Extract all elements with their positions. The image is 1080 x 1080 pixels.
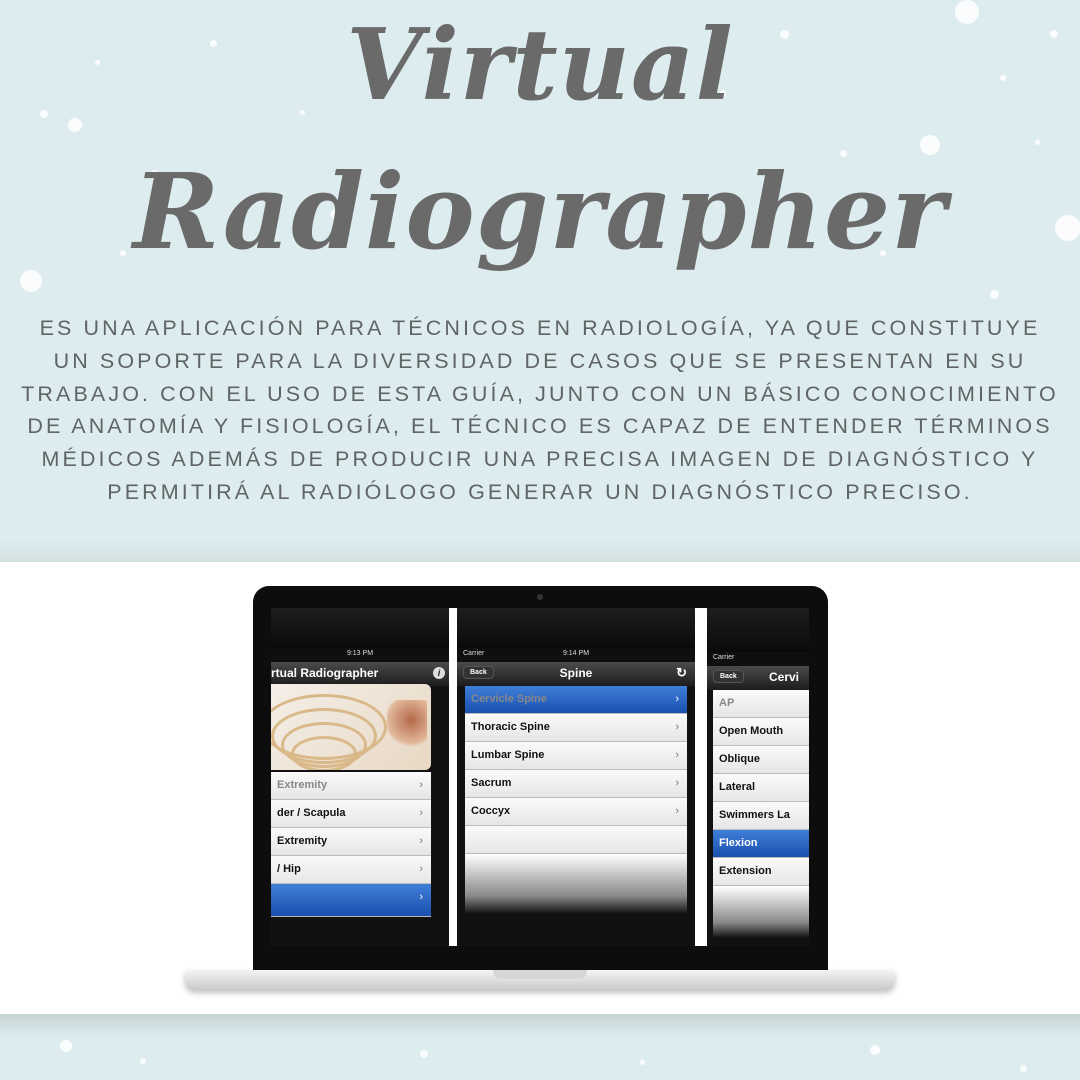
list-item-selected[interactable]: Flexion bbox=[713, 830, 809, 858]
carrier-label: Carrier bbox=[713, 654, 735, 661]
laptop-display: 9:13 PM rtual Radiographer i Extremity › … bbox=[271, 608, 809, 946]
chevron-right-icon: › bbox=[419, 807, 423, 819]
phone-screenshot-main: 9:13 PM rtual Radiographer i Extremity › … bbox=[271, 608, 449, 946]
list-item[interactable]: Lateral bbox=[713, 774, 809, 802]
chevron-right-icon: › bbox=[675, 693, 679, 705]
laptop-notch bbox=[493, 970, 587, 979]
list-item-selected[interactable]: › bbox=[271, 884, 431, 917]
list-item[interactable]: Oblique bbox=[713, 746, 809, 774]
list-item[interactable]: Extension bbox=[713, 858, 809, 886]
list-item[interactable]: AP bbox=[713, 690, 809, 718]
status-bar: Carrier 9:14 PM bbox=[457, 648, 695, 662]
list-item[interactable]: Lumbar Spine › bbox=[465, 742, 687, 770]
phone-bezel bbox=[457, 608, 695, 648]
list-item[interactable]: Thoracic Spine › bbox=[465, 714, 687, 742]
phone-bezel bbox=[707, 608, 809, 652]
info-icon[interactable]: i bbox=[433, 667, 445, 679]
list-item-empty bbox=[465, 826, 687, 854]
description-text: ES UNA APLICACIÓN PARA TÉCNICOS EN RADIO… bbox=[21, 316, 1059, 504]
band-shadow-bottom bbox=[0, 1014, 1080, 1038]
list-item[interactable]: Sacrum › bbox=[465, 770, 687, 798]
chevron-right-icon: › bbox=[675, 805, 679, 817]
nav-title: rtual Radiographer bbox=[271, 666, 379, 680]
view-list: AP Open Mouth Oblique Lateral Swimmers L… bbox=[713, 690, 809, 938]
nav-bar: rtual Radiographer i bbox=[271, 662, 449, 686]
list-item[interactable]: Extremity › bbox=[271, 828, 431, 856]
nav-title: Spine bbox=[559, 666, 593, 680]
chest-xray-image bbox=[271, 684, 431, 770]
chevron-right-icon: › bbox=[419, 779, 423, 791]
status-bar: 9:13 PM bbox=[271, 648, 449, 662]
title-virtual: Virtual bbox=[346, 8, 734, 123]
list-item[interactable]: Swimmers La bbox=[713, 802, 809, 830]
list-fade bbox=[713, 886, 809, 938]
chevron-right-icon: › bbox=[419, 891, 423, 903]
chevron-right-icon: › bbox=[419, 835, 423, 847]
chevron-right-icon: › bbox=[675, 749, 679, 761]
phone-screenshot-spine: Carrier 9:14 PM Back Spine ↻ Cervicle Sp… bbox=[457, 608, 695, 946]
chevron-right-icon: › bbox=[675, 721, 679, 733]
nav-bar: Back Cervi bbox=[707, 666, 809, 690]
list-item[interactable]: Coccyx › bbox=[465, 798, 687, 826]
status-time: 9:13 PM bbox=[346, 650, 374, 657]
list-item-selected[interactable]: Cervicle Spine › bbox=[465, 686, 687, 714]
body-region-list: Extremity › der / Scapula › Extremity › / H… bbox=[271, 772, 431, 917]
list-item[interactable]: / Hip › bbox=[271, 856, 431, 884]
band-shadow-top bbox=[0, 540, 1080, 564]
status-bar: Carrier bbox=[707, 652, 809, 666]
title-radiographer: Radiographer bbox=[133, 150, 947, 273]
nav-bar: Back Spine ↻ bbox=[457, 662, 695, 686]
phone-screenshot-cervical: Carrier Back Cervi AP Open Mouth Oblique… bbox=[707, 608, 809, 946]
status-time: 9:14 PM bbox=[562, 650, 590, 657]
back-button[interactable]: Back bbox=[713, 670, 744, 683]
chevron-right-icon: › bbox=[675, 777, 679, 789]
list-item[interactable]: Extremity › bbox=[271, 772, 431, 800]
phone-bezel bbox=[271, 608, 449, 648]
refresh-icon[interactable]: ↻ bbox=[676, 665, 687, 681]
list-fade bbox=[465, 854, 687, 914]
list-item[interactable]: der / Scapula › bbox=[271, 800, 431, 828]
nav-title: Cervi bbox=[769, 670, 800, 684]
spine-list: Cervicle Spine › Thoracic Spine › Lumbar S… bbox=[465, 686, 687, 914]
list-item[interactable]: Open Mouth bbox=[713, 718, 809, 746]
chevron-right-icon: › bbox=[419, 863, 423, 875]
camera-icon bbox=[537, 594, 543, 600]
